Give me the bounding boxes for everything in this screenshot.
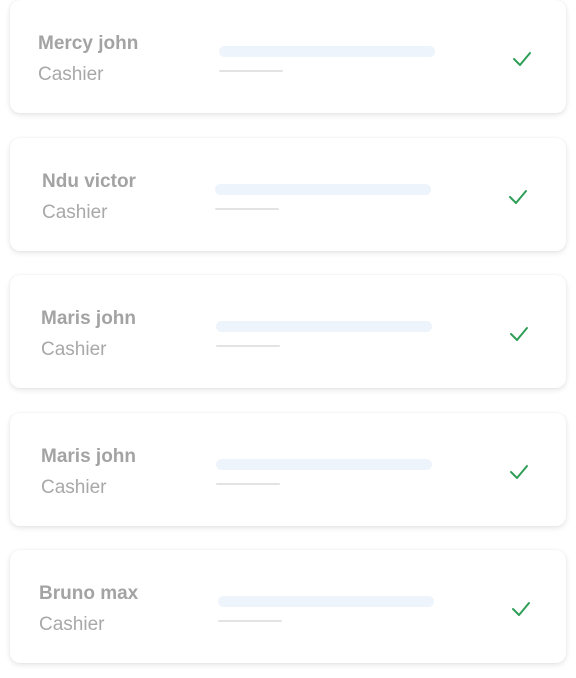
employee-role: Cashier bbox=[38, 64, 104, 85]
check-icon bbox=[508, 188, 528, 206]
employee-name: Ndu victor bbox=[42, 171, 136, 192]
check-icon bbox=[509, 325, 529, 343]
employee-card[interactable]: Bruno max Cashier bbox=[10, 550, 566, 663]
employee-card[interactable]: Mercy john Cashier bbox=[10, 0, 566, 113]
employee-card[interactable]: Maris john Cashier bbox=[10, 413, 566, 526]
placeholder-bar bbox=[218, 596, 434, 607]
placeholder-line bbox=[216, 483, 280, 485]
placeholder-bar bbox=[216, 321, 432, 332]
employee-role: Cashier bbox=[42, 202, 108, 223]
employee-name: Mercy john bbox=[38, 33, 139, 54]
employee-name: Maris john bbox=[41, 446, 137, 467]
employee-role: Cashier bbox=[41, 339, 107, 360]
placeholder-line bbox=[216, 345, 280, 347]
placeholder-bar bbox=[219, 46, 435, 57]
placeholder-line bbox=[215, 208, 279, 210]
placeholder-line bbox=[218, 620, 282, 622]
employee-role: Cashier bbox=[39, 614, 105, 635]
employee-name: Maris john bbox=[41, 308, 137, 329]
placeholder-bar bbox=[215, 184, 431, 195]
employee-card[interactable]: Ndu victor Cashier bbox=[10, 138, 566, 251]
placeholder-line bbox=[219, 70, 283, 72]
check-icon bbox=[512, 50, 532, 68]
check-icon bbox=[511, 600, 531, 618]
placeholder-bar bbox=[216, 459, 432, 470]
check-icon bbox=[509, 463, 529, 481]
employee-role: Cashier bbox=[41, 477, 107, 498]
employee-name: Bruno max bbox=[39, 583, 139, 604]
employee-card[interactable]: Maris john Cashier bbox=[10, 275, 566, 388]
